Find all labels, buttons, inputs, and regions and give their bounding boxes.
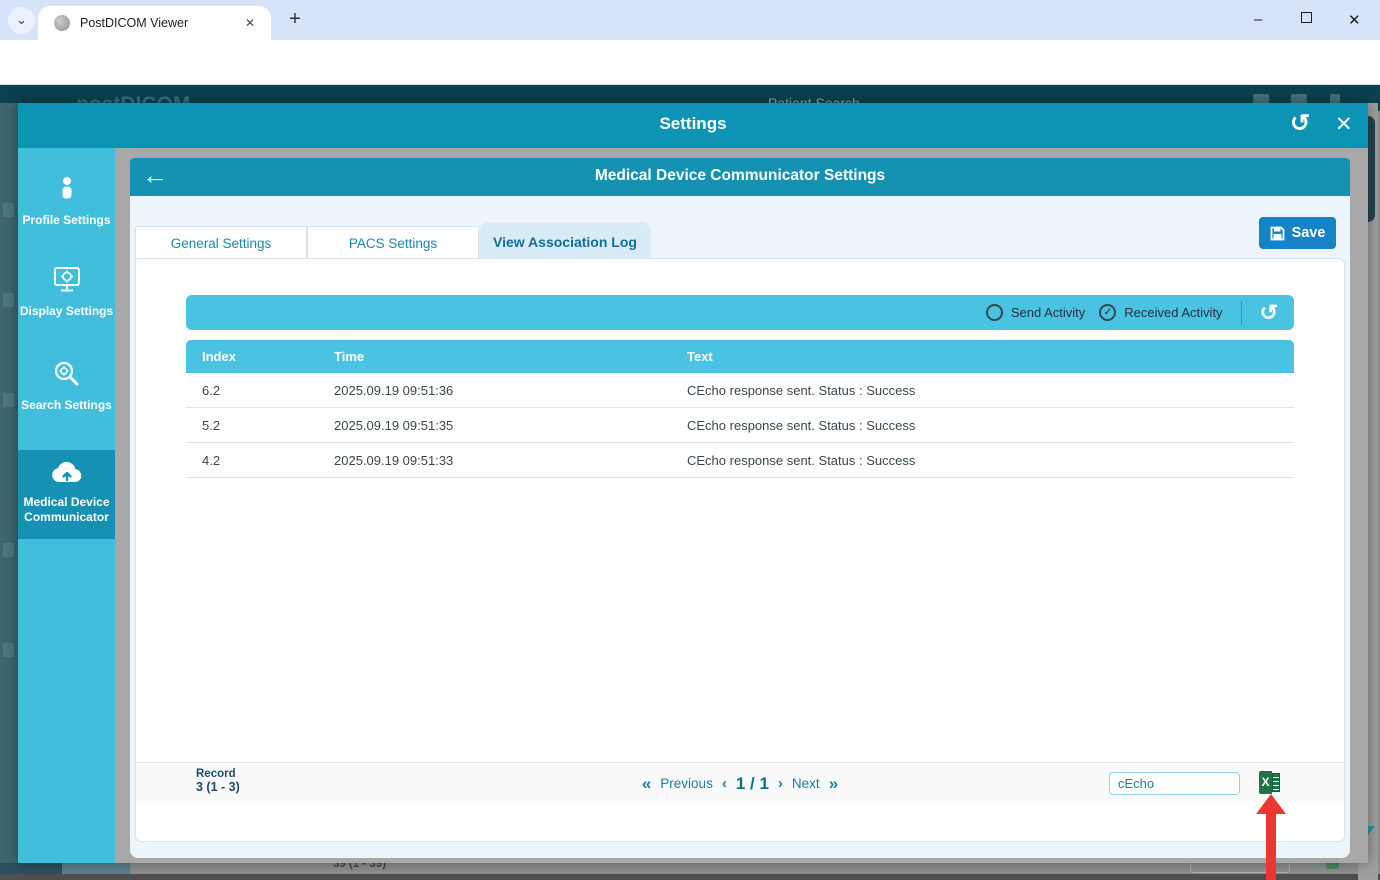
- save-label: Save: [1292, 225, 1326, 241]
- page-left-rail-top: [0, 85, 18, 103]
- tab-pacs-settings[interactable]: PACS Settings: [307, 226, 479, 262]
- column-header-index: Index: [186, 349, 318, 364]
- table-row[interactable]: 5.2 2025.09.19 09:51:35 CEcho response s…: [186, 408, 1294, 443]
- search-gear-icon: [53, 360, 80, 387]
- annotation-arrow: [1266, 812, 1276, 880]
- received-activity-label: Received Activity: [1124, 305, 1222, 320]
- cloud-icon: [50, 462, 84, 484]
- table-header-row: Index Time Text: [186, 340, 1294, 373]
- page-indicator: 1 / 1: [736, 774, 769, 794]
- browser-tab-strip: ⌄ PostDICOM Viewer ✕ + – ✕: [0, 0, 1380, 40]
- save-button[interactable]: Save: [1259, 217, 1336, 249]
- mdc-settings-panel: ← Medical Device Communicator Settings G…: [130, 158, 1350, 858]
- rail-icon: [3, 293, 14, 307]
- sidebar-item-medical-device-communicator[interactable]: Medical Device Communicator: [18, 450, 115, 539]
- filter-input[interactable]: [1109, 772, 1240, 795]
- window-minimize-button[interactable]: –: [1254, 11, 1262, 28]
- column-header-text: Text: [671, 349, 1294, 364]
- new-tab-button[interactable]: +: [283, 8, 307, 31]
- page-left-rail: [0, 103, 18, 880]
- excel-x-glyph: X: [1259, 771, 1272, 794]
- rail-icon: [3, 543, 14, 557]
- export-excel-icon[interactable]: X: [1259, 771, 1280, 794]
- settings-title: Settings: [18, 114, 1368, 134]
- table-footer: Record 3 (1 - 3) « Previous ‹ 1 / 1 › Ne…: [136, 762, 1344, 803]
- save-icon: [1270, 226, 1285, 241]
- send-activity-label: Send Activity: [1011, 305, 1085, 320]
- cell-index: 4.2: [186, 453, 318, 468]
- table-row[interactable]: 4.2 2025.09.19 09:51:33 CEcho response s…: [186, 443, 1294, 478]
- radio-icon: ✓: [986, 304, 1003, 321]
- cell-text: CEcho response sent. Status : Success: [671, 418, 1294, 433]
- screen: ⌄ PostDICOM Viewer ✕ + – ✕ ← → ↻ germany…: [0, 0, 1380, 880]
- cell-index: 6.2: [186, 383, 318, 398]
- sidebar-item-search-settings[interactable]: Search Settings: [18, 360, 115, 413]
- log-refresh-icon[interactable]: ↺: [1260, 302, 1278, 324]
- settings-refresh-icon[interactable]: ↺: [1290, 109, 1310, 138]
- person-icon: [56, 176, 78, 202]
- cell-time: 2025.09.19 09:51:36: [318, 383, 671, 398]
- window-maximize-button[interactable]: [1301, 11, 1312, 26]
- cell-time: 2025.09.19 09:51:35: [318, 418, 671, 433]
- window-close-button[interactable]: ✕: [1348, 11, 1361, 29]
- association-log-table: Index Time Text 6.2 2025.09.19 09:51:36 …: [186, 340, 1294, 478]
- sidebar-item-profile-settings[interactable]: Profile Settings: [18, 176, 115, 228]
- tab-general-settings[interactable]: General Settings: [135, 226, 307, 262]
- maximize-icon: [1301, 12, 1312, 23]
- sidebar-item-label: Profile Settings: [18, 213, 115, 228]
- rail-icon: [3, 393, 14, 407]
- dim-bottom-bar: [0, 874, 1380, 880]
- settings-modal-header: Settings ↺ ✕: [18, 103, 1368, 148]
- sidebar-item-label: Medical Device Communicator: [18, 495, 115, 525]
- cell-text: CEcho response sent. Status : Success: [671, 453, 1294, 468]
- radio-checked-icon: ✓: [1099, 304, 1116, 321]
- favicon-icon: [54, 15, 70, 31]
- prev-page-icon[interactable]: ‹: [722, 775, 727, 792]
- settings-close-icon[interactable]: ✕: [1335, 112, 1353, 137]
- previous-button[interactable]: Previous: [660, 776, 713, 791]
- browser-toolbar: ← → ↻ germany.postdicom.com/Viewer/Main …: [0, 40, 1380, 85]
- settings-modal: Settings ↺ ✕ Profile Settings: [18, 103, 1368, 863]
- toolbar-divider: [1241, 301, 1242, 325]
- mdc-panel-header: ← Medical Device Communicator Settings: [130, 158, 1350, 196]
- next-page-icon[interactable]: ›: [778, 775, 783, 792]
- rail-icon: [3, 643, 14, 657]
- received-activity-radio[interactable]: ✓ Received Activity: [1099, 304, 1222, 321]
- cell-text: CEcho response sent. Status : Success: [671, 383, 1294, 398]
- settings-sidebar: Profile Settings Display Settings: [18, 148, 115, 863]
- rail-icon: [3, 203, 14, 217]
- last-page-icon[interactable]: »: [829, 774, 838, 794]
- excel-grid-glyph: [1272, 773, 1280, 792]
- first-page-icon[interactable]: «: [642, 774, 651, 794]
- annotation-arrow-head: [1256, 794, 1286, 814]
- tab-search-chevron-icon[interactable]: ⌄: [8, 7, 35, 34]
- tab-close-icon[interactable]: ✕: [239, 14, 261, 32]
- send-activity-radio[interactable]: ✓ Send Activity: [986, 304, 1085, 321]
- sidebar-item-display-settings[interactable]: Display Settings: [18, 266, 115, 319]
- next-button[interactable]: Next: [792, 776, 820, 791]
- sidebar-item-label: Search Settings: [18, 398, 115, 413]
- association-log-card: ✓ Send Activity ✓ Received Activity ↺ In…: [135, 258, 1345, 842]
- sidebar-item-label: Display Settings: [18, 304, 115, 319]
- activity-toolbar: ✓ Send Activity ✓ Received Activity ↺: [186, 295, 1294, 330]
- column-header-time: Time: [318, 349, 671, 364]
- mdc-panel-title: Medical Device Communicator Settings: [130, 167, 1350, 185]
- tab-view-association-log[interactable]: View Association Log: [479, 222, 651, 262]
- table-row[interactable]: 6.2 2025.09.19 09:51:36 CEcho response s…: [186, 373, 1294, 408]
- cell-time: 2025.09.19 09:51:33: [318, 453, 671, 468]
- display-gear-icon: [52, 266, 82, 293]
- tab-title: PostDICOM Viewer: [80, 16, 239, 30]
- cell-index: 5.2: [186, 418, 318, 433]
- browser-tab[interactable]: PostDICOM Viewer ✕: [38, 6, 271, 40]
